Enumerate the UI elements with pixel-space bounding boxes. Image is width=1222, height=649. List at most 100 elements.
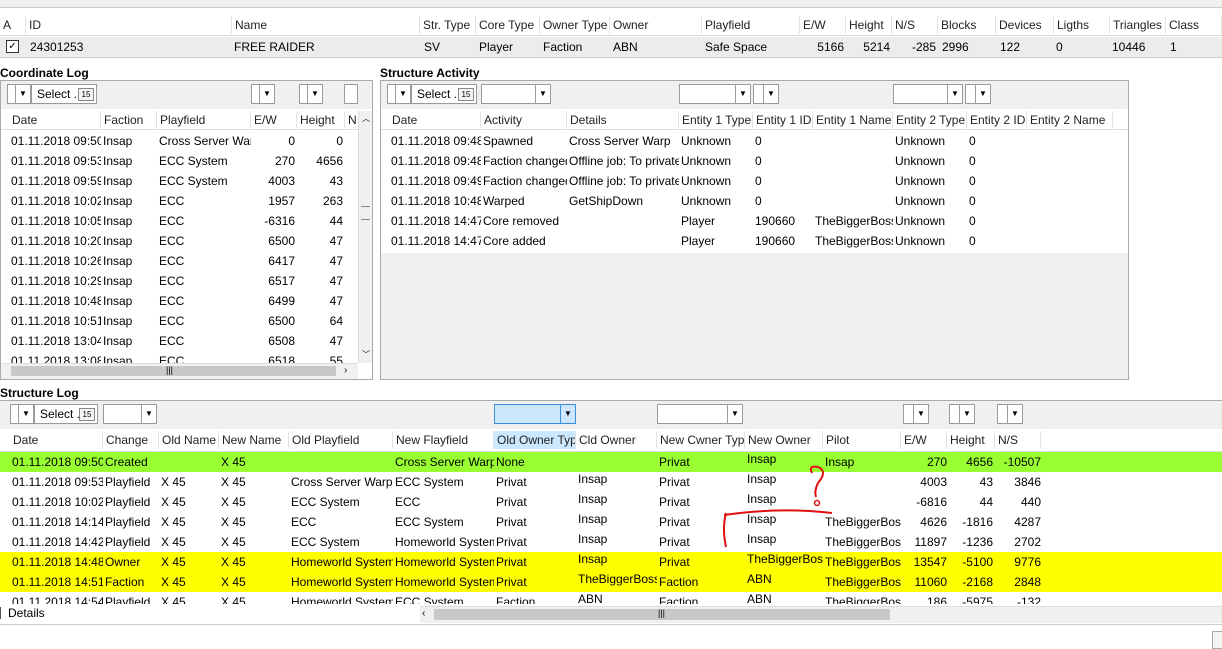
coord-row[interactable]: 01.11.2018 10:05 Insap ECC -6316 44	[1, 211, 358, 231]
slog-col-ns[interactable]: N/S	[995, 431, 1041, 449]
slog-row[interactable]: 01.11.2018 09:53 Playfield X 45 X 45 Cross S…	[0, 472, 1222, 492]
chevron-down-icon[interactable]: ▼	[395, 85, 410, 103]
coord-row[interactable]: 01.11.2018 10:26 Insap ECC 6417 47	[1, 251, 358, 271]
chevron-down-icon[interactable]: ▼	[1007, 405, 1022, 423]
activity-row[interactable]: 01.11.2018 14:47 Core added Player 190660 Th…	[381, 231, 1128, 251]
coord-row[interactable]: 01.11.2018 10:48 Insap ECC 6499 47	[1, 291, 358, 311]
coord-row[interactable]: 01.11.2018 10:51 Insap ECC 6500 64	[1, 311, 358, 331]
coord-row[interactable]: 01.11.2018 10:20 Insap ECC 6500 47	[1, 231, 358, 251]
details-checkbox-edge[interactable]	[0, 607, 5, 619]
chevron-down-icon[interactable]: ▼	[975, 85, 990, 103]
coord-row[interactable]: 01.11.2018 13:08 Insap ECC 6518 55	[1, 351, 358, 363]
activity-col-entity2-name[interactable]: Entity 2 Name	[1027, 111, 1113, 129]
activity-col-entity2-type[interactable]: Entity 2 Type	[893, 111, 967, 129]
chevron-down-icon[interactable]: ▼	[141, 405, 156, 423]
slog-row[interactable]: 01.11.2018 09:50 Created X 45 Cross Server …	[0, 452, 1222, 472]
chevron-down-icon[interactable]: ▼	[259, 85, 274, 103]
slog-col-old-owner-typ[interactable]: Old Owner Typ	[494, 431, 576, 449]
coord-col-faction[interactable]: Faction	[101, 111, 157, 129]
activity-filter-activity[interactable]: ▼	[481, 84, 551, 104]
calendar-icon[interactable]: 15	[78, 88, 94, 101]
scroll-thumb[interactable]	[361, 206, 370, 220]
activity-col-entity2-id[interactable]: Entity 2 ID	[967, 111, 1027, 129]
scroll-thumb[interactable]	[11, 366, 336, 376]
activity-col-entity1-name[interactable]: Entity 1 Name	[813, 111, 893, 129]
slog-row[interactable]: 01.11.2018 14:42 Playfield X 45 X 45 ECC Sys…	[0, 532, 1222, 552]
chevron-down-icon[interactable]: ▼	[947, 85, 962, 103]
col-owner[interactable]: Owner	[610, 16, 702, 34]
chevron-down-icon[interactable]: ▼	[913, 405, 928, 423]
corner-button[interactable]	[1212, 631, 1222, 649]
coord-row[interactable]: 01.11.2018 09:59 Insap ECC System 4003 43	[1, 171, 358, 191]
coord-col-ew[interactable]: E/W	[251, 111, 297, 129]
slog-filter-new-owner-typ[interactable]: ▼	[657, 404, 743, 424]
calendar-icon[interactable]: 15	[458, 88, 474, 101]
slog-filter-old-owner-typ[interactable]: ▼	[494, 404, 576, 424]
slog-col-old-owner[interactable]: Cld Owner	[576, 431, 657, 449]
slog-row[interactable]: 01.11.2018 10:02 Playfield X 45 X 45 ECC Sys…	[0, 492, 1222, 512]
col-ns[interactable]: N/S	[892, 16, 938, 34]
slog-col-height[interactable]: Height	[947, 431, 995, 449]
col-str-type[interactable]: Str. Type	[420, 16, 476, 34]
activity-row[interactable]: 01.11.2018 09:49 Faction changed Offline j…	[381, 171, 1128, 191]
col-blocks[interactable]: Blocks	[938, 16, 996, 34]
slog-row[interactable]: 01.11.2018 14:48 Owner X 45 X 45 Homeworld S…	[0, 552, 1222, 572]
coord-date-select[interactable]: Select . 15	[31, 84, 97, 104]
activity-filter-entity1-id[interactable]: ▼	[753, 84, 779, 104]
chevron-down-icon[interactable]: ▼	[763, 85, 778, 103]
coord-row[interactable]: 01.11.2018 10:29 Insap ECC 6517 47	[1, 271, 358, 291]
activity-col-entity1-type[interactable]: Entity 1 Type	[679, 111, 753, 129]
col-ew[interactable]: E/W	[800, 16, 846, 34]
chevron-down-icon[interactable]: ▼	[735, 85, 750, 103]
coord-filter-ew[interactable]: ▼	[251, 84, 275, 104]
activity-col-date[interactable]: Date	[389, 111, 481, 129]
chevron-down-icon[interactable]: ▼	[959, 405, 974, 423]
activity-row[interactable]: 01.11.2018 09:48 Spawned Cross Server Warp…	[381, 131, 1128, 151]
slog-row[interactable]: 01.11.2018 14:14 Playfield X 45 X 45 ECC ECC …	[0, 512, 1222, 532]
slog-filter-height[interactable]: ▼	[949, 404, 975, 424]
activity-row[interactable]: 01.11.2018 10:48 Warped GetShipDown Unknown…	[381, 191, 1128, 211]
chevron-down-icon[interactable]: ▼	[307, 85, 322, 103]
calendar-icon[interactable]: 15	[79, 408, 95, 421]
slog-row[interactable]: 01.11.2018 14:51 Faction X 45 X 45 Homeworld…	[0, 572, 1222, 592]
col-a[interactable]: A	[0, 16, 26, 34]
slog-filter-ns[interactable]: ▼	[997, 404, 1023, 424]
slog-col-pilot[interactable]: Pilot	[823, 431, 901, 449]
slog-col-old-playfield[interactable]: Old Playfield	[289, 431, 393, 449]
coord-col-n[interactable]: N	[345, 111, 359, 129]
activity-filter-entity1-type[interactable]: ▼	[679, 84, 751, 104]
activity-col-details[interactable]: Details	[567, 111, 679, 129]
coord-hscroll[interactable]: ||| ›	[1, 363, 358, 379]
col-core-type[interactable]: Core Type	[476, 16, 540, 34]
col-id[interactable]: ID	[26, 16, 232, 34]
chevron-down-icon[interactable]: ▼	[560, 405, 575, 423]
slog-col-change[interactable]: Change	[103, 431, 159, 449]
col-triangles[interactable]: Triangles	[1110, 16, 1166, 34]
activity-row[interactable]: 01.11.2018 09:48 Faction changed Offline j…	[381, 151, 1128, 171]
coord-col-playfield[interactable]: Playfield	[157, 111, 251, 129]
coord-filter-date-op[interactable]: ▼	[7, 84, 31, 104]
slog-col-new-owner-typ[interactable]: New Cwner Typ	[657, 431, 745, 449]
slog-filter-date-op[interactable]: ▼	[10, 404, 34, 424]
chevron-up-icon[interactable]: ︿	[362, 113, 370, 124]
chevron-right-icon[interactable]: ›	[344, 365, 347, 376]
chevron-down-icon[interactable]: ▼	[15, 85, 30, 103]
top-grid-row[interactable]: ✓ 24301253 FREE RAIDER SV Player Faction…	[0, 37, 1222, 58]
coord-col-height[interactable]: Height	[297, 111, 345, 129]
col-lights[interactable]: Ligths	[1054, 16, 1110, 34]
slog-col-old-name[interactable]: Old Name	[159, 431, 219, 449]
activity-row[interactable]: 01.11.2018 14:47 Core removed Player 190660…	[381, 211, 1128, 231]
coord-row[interactable]: 01.11.2018 10:02 Insap ECC 1957 263	[1, 191, 358, 211]
slog-col-date[interactable]: Date	[10, 431, 103, 449]
coord-row[interactable]: 01.11.2018 09:50 Insap Cross Server Warp 0 0	[1, 131, 358, 151]
activity-col-activity[interactable]: Activity	[481, 111, 567, 129]
col-playfield[interactable]: Playfield	[702, 16, 800, 34]
slog-filter-change[interactable]: ▼	[103, 404, 157, 424]
slog-filter-ew[interactable]: ▼	[903, 404, 929, 424]
col-class[interactable]: Class	[1166, 16, 1222, 34]
slog-col-new-playfield[interactable]: New Flayfield	[393, 431, 494, 449]
activity-filter-date-op[interactable]: ▼	[387, 84, 411, 104]
col-name[interactable]: Name	[232, 16, 420, 34]
col-owner-type[interactable]: Owner Type	[540, 16, 610, 34]
coord-row[interactable]: 01.11.2018 13:04 Insap ECC 6508 47	[1, 331, 358, 351]
